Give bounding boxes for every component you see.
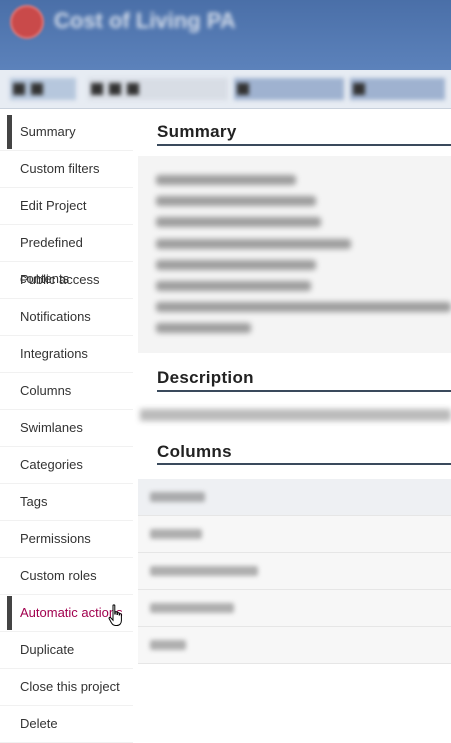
app-header: Cost of Living PA	[0, 0, 451, 70]
table-row	[138, 553, 451, 590]
description-text	[140, 409, 451, 421]
toolbar-search-button[interactable]	[350, 78, 445, 100]
sidebar-item-custom-roles[interactable]: Custom roles	[0, 558, 133, 595]
toolbar	[0, 70, 451, 109]
summary-line	[156, 175, 296, 185]
app-title[interactable]: Cost of Living PA	[54, 8, 236, 34]
sidebar-item-public-access[interactable]: Public access	[0, 262, 133, 299]
sidebar-item-permissions[interactable]: Permissions	[0, 521, 133, 558]
filter-icon	[237, 83, 249, 95]
chevron-down-icon	[31, 83, 43, 95]
toolbar-menu-button[interactable]	[10, 78, 76, 100]
summary-line	[156, 196, 316, 206]
summary-line	[156, 260, 316, 270]
sidebar-item-swimlanes[interactable]: Swimlanes	[0, 410, 133, 447]
columns-table	[138, 479, 451, 664]
sidebar-item-delete[interactable]: Delete	[0, 706, 133, 743]
table-cell	[150, 603, 234, 613]
sidebar-item-close-project[interactable]: Close this project	[0, 669, 133, 706]
description-title: Description	[157, 368, 254, 387]
sidebar-item-integrations[interactable]: Integrations	[0, 336, 133, 373]
toolbar-filter-button[interactable]	[234, 78, 344, 100]
sidebar-item-edit-project[interactable]: Edit Project	[0, 188, 133, 225]
logo[interactable]	[10, 5, 44, 39]
summary-title: Summary	[157, 122, 237, 141]
sidebar-item-tags[interactable]: Tags	[0, 484, 133, 521]
summary-line	[156, 323, 251, 333]
table-header-cell	[150, 492, 205, 502]
toolbar-view-buttons[interactable]	[88, 78, 228, 100]
search-icon	[353, 83, 365, 95]
table-cell	[150, 529, 202, 539]
summary-divider	[157, 144, 451, 146]
sidebar-item-notifications[interactable]: Notifications	[0, 299, 133, 336]
summary-line	[156, 239, 351, 249]
sidebar-item-summary[interactable]: Summary	[0, 114, 133, 151]
columns-title: Columns	[157, 442, 232, 461]
summary-panel	[138, 156, 451, 353]
summary-line	[156, 217, 321, 227]
hand-cursor-icon	[108, 604, 122, 626]
sidebar: Summary Custom filters Edit Project Pred…	[0, 114, 133, 743]
summary-line	[156, 302, 451, 312]
table-row	[138, 516, 451, 553]
table-cell	[150, 640, 186, 650]
table-cell	[150, 566, 258, 576]
table-row	[138, 627, 451, 664]
sidebar-item-custom-filters[interactable]: Custom filters	[0, 151, 133, 188]
columns-divider	[157, 463, 451, 465]
menu-icon	[13, 83, 25, 95]
table-header	[138, 479, 451, 516]
user-icon	[109, 83, 121, 95]
description-divider	[157, 390, 451, 392]
summary-line	[156, 281, 311, 291]
sidebar-item-categories[interactable]: Categories	[0, 447, 133, 484]
sidebar-item-predefined-contents[interactable]: Predefined contents	[0, 225, 133, 286]
edit-icon	[91, 83, 103, 95]
list-icon	[127, 83, 139, 95]
sidebar-item-columns[interactable]: Columns	[0, 373, 133, 410]
sidebar-item-duplicate[interactable]: Duplicate	[0, 632, 133, 669]
table-row	[138, 590, 451, 627]
